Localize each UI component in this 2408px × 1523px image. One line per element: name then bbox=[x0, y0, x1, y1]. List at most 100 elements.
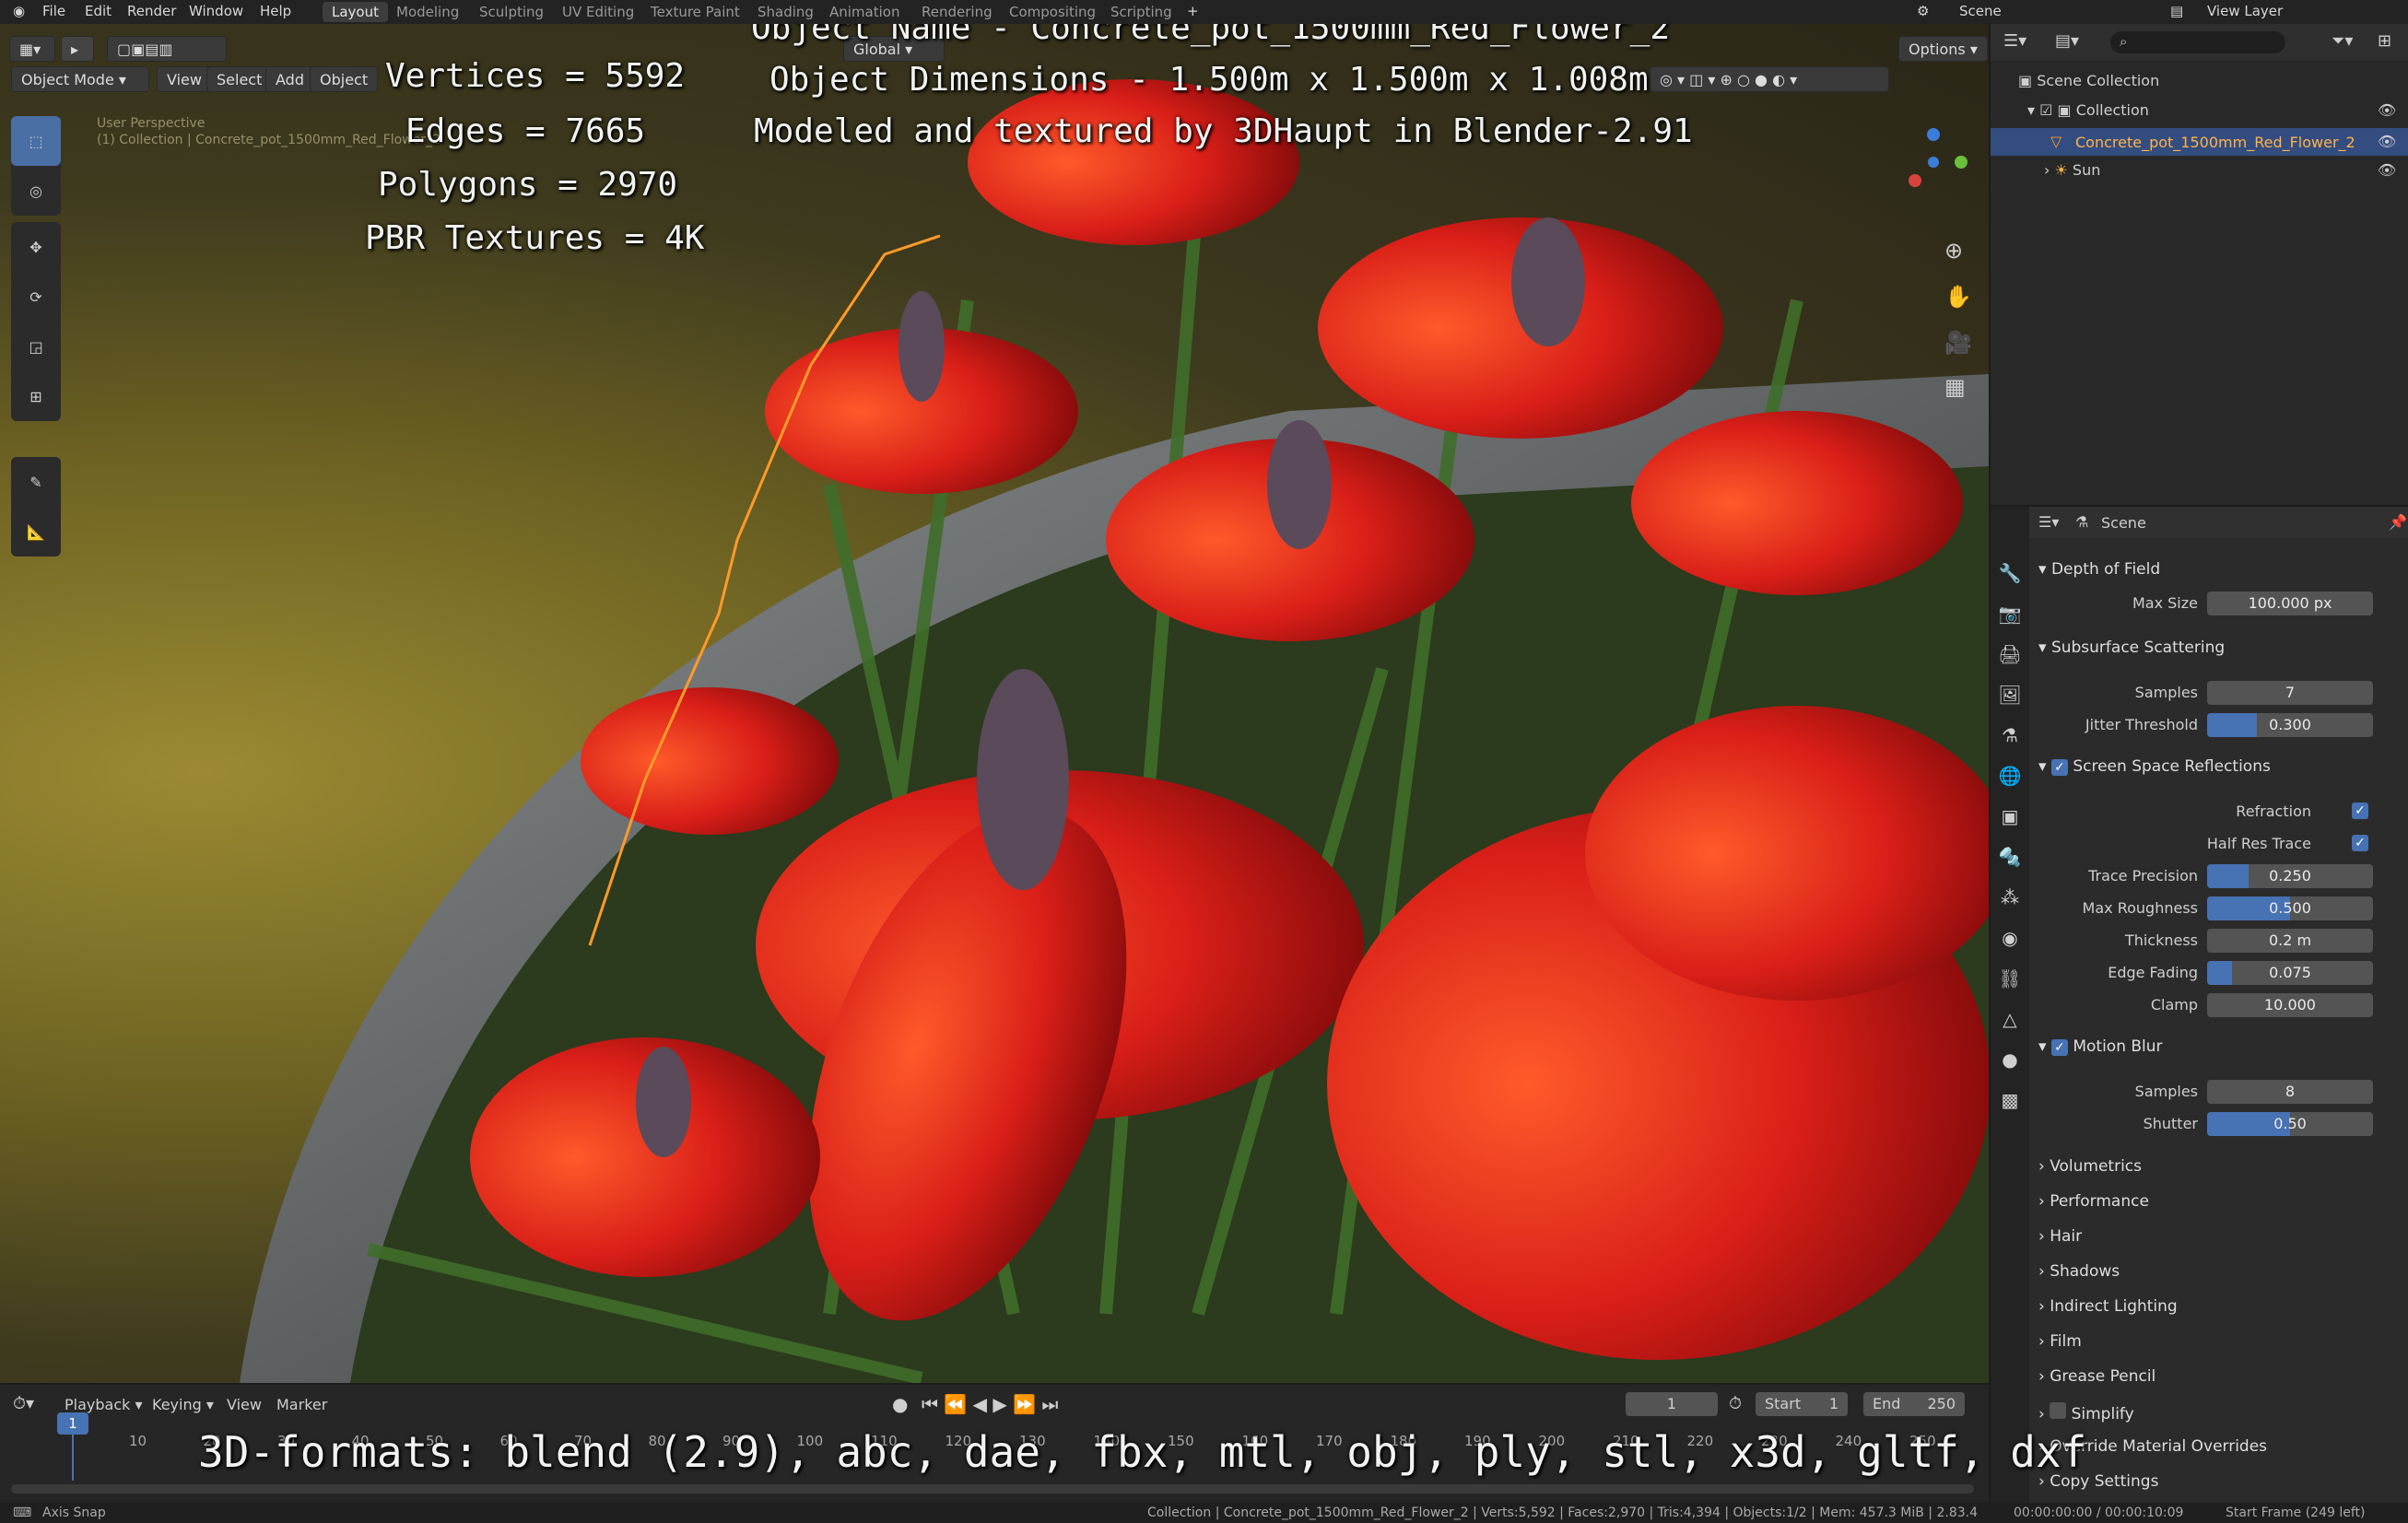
section-shadows[interactable]: › Shadows bbox=[2038, 1262, 2120, 1281]
menu-window[interactable]: Window bbox=[189, 3, 243, 19]
section-hair[interactable]: › Hair bbox=[2038, 1227, 2082, 1246]
ssr-checkbox[interactable]: ✓ bbox=[2050, 759, 2068, 776]
sss-samples-field[interactable]: 7 bbox=[2207, 681, 2373, 705]
menu-edit[interactable]: Edit bbox=[85, 3, 112, 19]
outliner-editor-icon[interactable]: ☰▾ bbox=[2003, 31, 2026, 51]
end-frame-field[interactable]: End 250 bbox=[1863, 1392, 1965, 1416]
properties-editor-icon[interactable]: ☰▾ bbox=[2038, 513, 2059, 531]
mode-dropdown[interactable]: Object Mode ▾ bbox=[11, 66, 149, 92]
navigation-gizmo[interactable] bbox=[1897, 125, 1970, 199]
current-frame-field[interactable]: 1 bbox=[1626, 1392, 1718, 1416]
menu-select[interactable]: Select bbox=[206, 66, 273, 92]
section-performance[interactable]: › Performance bbox=[2038, 1192, 2149, 1211]
shading-buttons[interactable]: ◎ ▾ ◫ ▾ ⊕ ○ ● ◐ ▾ bbox=[1650, 66, 1889, 92]
select-mode-buttons[interactable]: ▢▣▤▥ bbox=[107, 36, 227, 62]
tab-layout[interactable]: Layout bbox=[323, 2, 388, 22]
material-tab-icon[interactable]: ● bbox=[1991, 1039, 2029, 1080]
dof-max-size-field[interactable]: 100.000 px bbox=[2207, 592, 2373, 615]
section-simplify[interactable]: › Simplify bbox=[2038, 1402, 2134, 1423]
measure-icon[interactable]: 📐 bbox=[11, 507, 61, 556]
tab-animation[interactable]: Animation bbox=[820, 2, 909, 22]
timeline-scrollbar[interactable] bbox=[11, 1484, 1974, 1494]
menu-marker[interactable]: Marker bbox=[276, 1396, 327, 1413]
editor-type-button[interactable]: ▦▾ bbox=[9, 36, 55, 62]
menu-keying[interactable]: Keying ▾ bbox=[152, 1396, 214, 1413]
pin-icon[interactable]: 📌 bbox=[2389, 513, 2407, 531]
simplify-checkbox[interactable] bbox=[2050, 1402, 2067, 1419]
section-ssr[interactable]: ▾ ✓ Screen Space Reflections bbox=[2038, 757, 2271, 776]
zoom-icon[interactable]: ⊕ bbox=[1944, 238, 1963, 264]
select-tool-icon[interactable]: ▸ bbox=[61, 36, 94, 62]
mb-samples-field[interactable]: 8 bbox=[2207, 1080, 2373, 1104]
collection-visibility-icon[interactable]: 👁 bbox=[2378, 101, 2396, 119]
clamp-field[interactable]: 10.000 bbox=[2207, 993, 2373, 1017]
menu-timeline-view[interactable]: View bbox=[227, 1396, 262, 1413]
grid-icon[interactable]: ▦ bbox=[1944, 374, 1966, 400]
tab-uv-editing[interactable]: UV Editing bbox=[553, 2, 643, 22]
menu-render[interactable]: Render bbox=[127, 3, 176, 19]
outliner-scene-collection[interactable]: ▣ Scene Collection bbox=[2018, 72, 2159, 89]
world-tab-icon[interactable]: 🌐 bbox=[1991, 756, 2029, 796]
pan-hand-icon[interactable]: ✋ bbox=[1944, 284, 1972, 310]
section-volumetrics[interactable]: › Volumetrics bbox=[2038, 1157, 2142, 1176]
edge-fading-slider[interactable]: 0.075 bbox=[2207, 961, 2373, 985]
start-frame-field[interactable]: Start 1 bbox=[1756, 1392, 1848, 1416]
section-film[interactable]: › Film bbox=[2038, 1332, 2082, 1351]
stopwatch-icon[interactable]: ⏱ bbox=[1729, 1394, 1742, 1413]
menu-object[interactable]: Object bbox=[310, 66, 379, 92]
trace-precision-slider[interactable]: 0.250 bbox=[2207, 864, 2373, 888]
section-motion-blur[interactable]: ▾ ✓ Motion Blur bbox=[2038, 1037, 2163, 1056]
menu-help[interactable]: Help bbox=[260, 3, 291, 19]
sss-jitter-slider[interactable]: 0.300 bbox=[2207, 713, 2373, 737]
section-indirect-lighting[interactable]: › Indirect Lighting bbox=[2038, 1297, 2178, 1316]
select-box-icon[interactable]: ⬚ bbox=[11, 116, 61, 166]
object-visibility-icon[interactable]: 👁 bbox=[2378, 133, 2396, 150]
view-layer-name[interactable]: View Layer bbox=[2207, 3, 2283, 19]
tab-rendering[interactable]: Rendering bbox=[912, 2, 1002, 22]
playhead[interactable]: 1 bbox=[57, 1412, 88, 1435]
shutter-slider[interactable]: 0.50 bbox=[2207, 1112, 2373, 1136]
3d-viewport[interactable]: ▦▾ ▸ ▢▣▤▥ Object Mode ▾ View Select Add … bbox=[0, 24, 1989, 1383]
outliner-sun[interactable]: › ☀ Sun 👁 bbox=[2044, 161, 2408, 179]
tab-scripting[interactable]: Scripting bbox=[1101, 2, 1181, 22]
add-workspace-icon[interactable]: + bbox=[1187, 3, 1199, 19]
tab-compositing[interactable]: Compositing bbox=[1000, 2, 1105, 22]
cursor-icon[interactable]: ◎ bbox=[11, 166, 61, 216]
outliner-object-row[interactable]: ▽ Concrete_pot_1500mm_Red_Flower_2 👁 bbox=[1991, 128, 2408, 156]
menu-playback[interactable]: Playback ▾ bbox=[65, 1396, 143, 1413]
camera-icon[interactable]: 🎥 bbox=[1944, 330, 1972, 356]
thickness-field[interactable]: 0.2 m bbox=[2207, 929, 2373, 953]
blender-logo-icon[interactable]: ◉ bbox=[13, 3, 25, 19]
display-mode-icon[interactable]: ▤▾ bbox=[2055, 31, 2079, 51]
outliner-search-input[interactable]: ⌕ bbox=[2110, 31, 2285, 53]
scene-name[interactable]: Scene bbox=[1959, 3, 2002, 19]
scale-icon[interactable]: ◲ bbox=[11, 322, 61, 371]
half-res-checkbox[interactable]: ✓ bbox=[2352, 835, 2368, 851]
outliner-collection[interactable]: ▾ ☑ ▣ Collection 👁 bbox=[2027, 101, 2408, 119]
object-tab-icon[interactable]: ▣ bbox=[1991, 796, 2029, 837]
tab-texture-paint[interactable]: Texture Paint bbox=[641, 2, 749, 22]
rotate-icon[interactable]: ⟳ bbox=[11, 272, 61, 322]
menu-add[interactable]: Add bbox=[265, 66, 314, 92]
max-roughness-slider[interactable]: 0.500 bbox=[2207, 896, 2373, 920]
menu-view[interactable]: View bbox=[157, 66, 212, 92]
motion-blur-checkbox[interactable]: ✓ bbox=[2050, 1039, 2068, 1056]
tool-tab-icon[interactable]: 🔧 bbox=[1991, 553, 2029, 593]
refraction-checkbox[interactable]: ✓ bbox=[2352, 803, 2368, 819]
playback-controls[interactable]: ⏮ ⏪ ◀ ▶ ⏩ ⏭ bbox=[922, 1393, 1058, 1415]
move-icon[interactable]: ✥ bbox=[11, 222, 61, 272]
record-icon[interactable]: ● bbox=[892, 1393, 908, 1415]
timeline-editor-icon[interactable]: ⏱▾ bbox=[13, 1394, 34, 1413]
transform-icon[interactable]: ⊞ bbox=[11, 371, 61, 421]
scene-icon[interactable]: ⚙ bbox=[1917, 3, 1929, 19]
tab-modeling[interactable]: Modeling bbox=[387, 2, 468, 22]
output-tab-icon[interactable]: 🖨 bbox=[1991, 634, 2029, 674]
tab-sculpting[interactable]: Sculpting bbox=[470, 2, 553, 22]
view-layer-icon[interactable]: ▤ bbox=[2170, 3, 2183, 19]
section-subsurface-scattering[interactable]: ▾ Subsurface Scattering bbox=[2038, 638, 2225, 657]
annotate-icon[interactable]: ✎ bbox=[11, 457, 61, 507]
new-collection-icon[interactable]: ⊞ bbox=[2378, 31, 2391, 51]
section-depth-of-field[interactable]: ▾ Depth of Field bbox=[2038, 560, 2160, 579]
section-grease-pencil[interactable]: › Grease Pencil bbox=[2038, 1367, 2155, 1386]
options-dropdown[interactable]: Options ▾ bbox=[1898, 36, 1988, 62]
